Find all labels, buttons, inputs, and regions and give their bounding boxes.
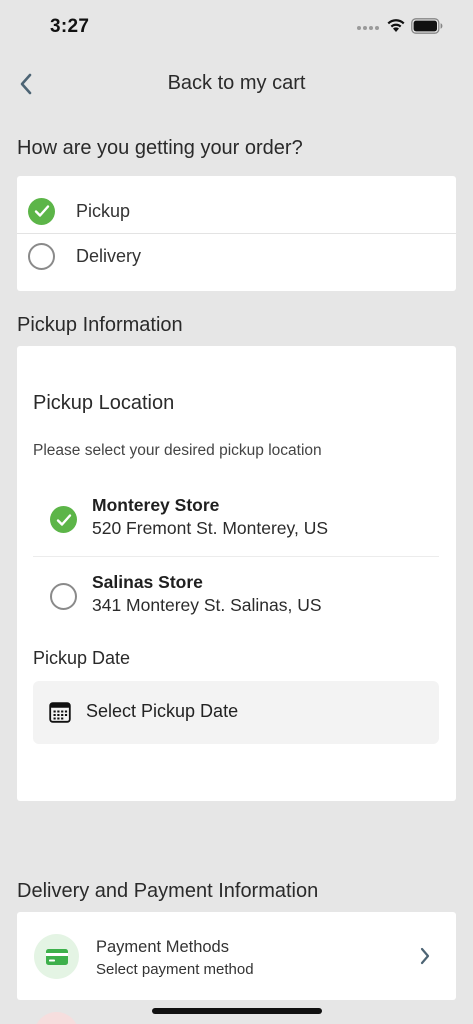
status-bar: 3:27 bbox=[0, 0, 473, 52]
store-address: 520 Fremont St. Monterey, US bbox=[92, 518, 329, 538]
store-name: Monterey Store bbox=[92, 495, 220, 515]
payment-methods-title: Payment Methods bbox=[96, 938, 229, 956]
wifi-icon bbox=[387, 19, 405, 32]
payment-icon-badge bbox=[34, 934, 79, 979]
delivery-radio[interactable] bbox=[28, 242, 55, 270]
calendar-icon bbox=[49, 702, 71, 723]
pickup-date-picker[interactable]: Select Pickup Date bbox=[33, 681, 439, 744]
option-pickup[interactable]: Pickup bbox=[17, 189, 456, 233]
pickup-info-card: Pickup Location Please select your desir… bbox=[17, 346, 456, 801]
checkout-screen: 3:27 Back to my cart How are you getting… bbox=[0, 0, 473, 1024]
store-address: 341 Monterey St. Salinas, US bbox=[92, 595, 322, 615]
store-name: Salinas Store bbox=[92, 572, 203, 592]
fulfillment-heading: How are you getting your order? bbox=[17, 137, 303, 159]
pickup-location-title: Pickup Location bbox=[33, 392, 175, 414]
fulfillment-options-card: Pickup Delivery bbox=[17, 176, 456, 291]
chevron-right-icon bbox=[420, 947, 430, 965]
check-icon bbox=[34, 205, 49, 217]
pickup-info-heading: Pickup Information bbox=[17, 314, 183, 336]
pickup-date-label: Pickup Date bbox=[33, 648, 131, 668]
option-delivery[interactable]: Delivery bbox=[17, 234, 456, 278]
home-indicator[interactable] bbox=[152, 1008, 322, 1014]
next-row-icon-badge bbox=[34, 1012, 79, 1024]
check-icon bbox=[56, 513, 71, 526]
delivery-payment-heading: Delivery and Payment Information bbox=[17, 880, 319, 902]
salinas-radio[interactable] bbox=[50, 583, 77, 610]
status-time: 3:27 bbox=[50, 16, 90, 37]
store-option-salinas[interactable]: Salinas Store 341 Monterey St. Salinas, … bbox=[33, 563, 439, 629]
pickup-date-placeholder: Select Pickup Date bbox=[86, 701, 239, 721]
pickup-location-subtitle: Please select your desired pickup locati… bbox=[33, 442, 322, 459]
store-divider bbox=[33, 556, 439, 557]
credit-card-icon bbox=[45, 948, 68, 965]
payment-methods-subtitle: Select payment method bbox=[96, 961, 254, 978]
pickup-radio-checked[interactable] bbox=[28, 197, 55, 225]
chevron-left-icon bbox=[20, 73, 32, 95]
page-title: Back to my cart bbox=[167, 72, 306, 94]
payment-card: Payment Methods Select payment method bbox=[17, 912, 456, 1000]
cellular-signal-icon bbox=[357, 26, 379, 32]
option-pickup-label: Pickup bbox=[76, 200, 131, 221]
battery-icon bbox=[411, 18, 443, 34]
store-option-monterey[interactable]: Monterey Store 520 Fremont St. Monterey,… bbox=[33, 486, 439, 552]
payment-methods-row[interactable]: Payment Methods Select payment method bbox=[17, 912, 456, 1000]
option-delivery-label: Delivery bbox=[76, 245, 142, 266]
back-button[interactable] bbox=[14, 70, 38, 98]
monterey-radio-checked[interactable] bbox=[50, 506, 77, 533]
